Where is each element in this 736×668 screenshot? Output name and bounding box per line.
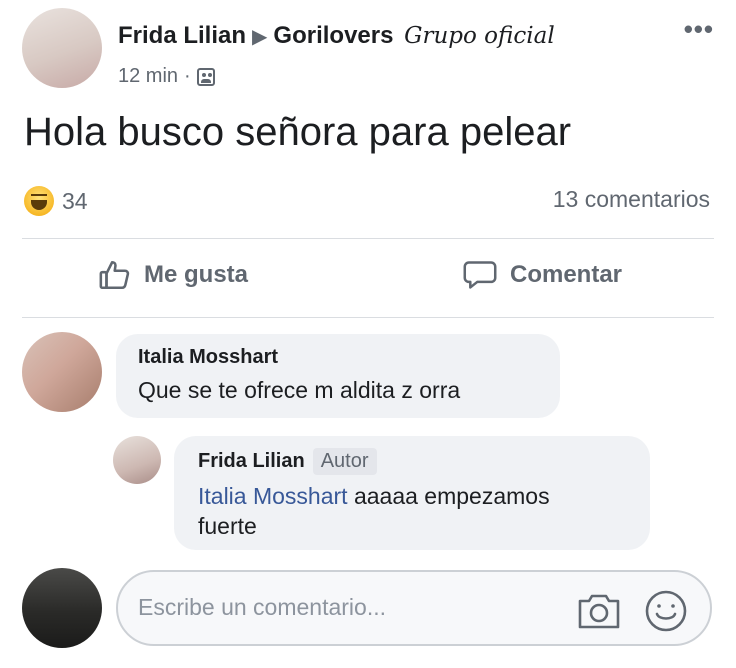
emoji-icon[interactable] <box>644 589 688 633</box>
divider <box>22 238 714 239</box>
haha-reaction-icon <box>24 186 54 216</box>
triangle-right-icon: ▶ <box>252 26 268 48</box>
reactions-summary[interactable]: 34 <box>24 186 88 216</box>
post-meta: 12 min · <box>118 65 215 88</box>
comment-bubble: Italia Mosshart Que se te ofrece m aldit… <box>116 334 560 418</box>
camera-icon[interactable] <box>576 592 622 630</box>
reactions-count: 34 <box>62 187 88 214</box>
comment-button[interactable]: Comentar <box>462 258 622 292</box>
group-tag: Grupo oficial <box>404 23 555 49</box>
like-button[interactable]: Me gusta <box>98 258 248 292</box>
reply-author-avatar[interactable] <box>113 436 161 484</box>
post-author-name[interactable]: Frida Lilian <box>118 22 246 49</box>
comment-input-placeholder: Escribe un comentario... <box>138 594 387 620</box>
author-badge: Autor <box>312 448 377 475</box>
like-label: Me gusta <box>144 261 249 288</box>
reply-bubble: Frida Lilian Autor Italia Mosshart aaaaa… <box>174 436 650 550</box>
current-user-avatar <box>22 568 102 648</box>
commenter-name[interactable]: Italia Mosshart <box>138 346 538 369</box>
reply-header: Frida Lilian Autor <box>198 448 626 475</box>
more-options-icon[interactable]: ••• <box>684 14 714 45</box>
commenter-avatar[interactable] <box>22 332 102 412</box>
comment-bubble-icon <box>463 261 497 289</box>
comment-text: Que se te ofrece m aldita z orra <box>138 377 461 403</box>
reply-text-line2: fuerte <box>198 513 257 539</box>
reply-text-line1: aaaaa empezamos <box>347 483 550 509</box>
mention-link[interactable]: Italia Mosshart <box>198 483 348 509</box>
post-header: Frida Lilian ▶ Gorilovers Grupo oficial <box>118 22 555 50</box>
post-author-avatar[interactable] <box>22 8 102 88</box>
reply-author-name[interactable]: Frida Lilian <box>198 450 305 473</box>
group-icon <box>196 67 215 86</box>
comment-label: Comentar <box>510 261 623 288</box>
meta-separator: · <box>184 65 191 87</box>
post-time[interactable]: 12 min <box>118 65 178 88</box>
comments-count[interactable]: 13 comentarios <box>553 186 710 213</box>
post-text: Hola busco señora para pelear <box>24 110 572 154</box>
divider <box>22 317 714 318</box>
comment-input[interactable]: Escribe un comentario... <box>116 570 712 646</box>
thumbs-up-icon <box>99 260 130 290</box>
group-name[interactable]: Gorilovers <box>273 22 393 49</box>
reply-text: Italia Mosshart aaaaa empezamos fuerte <box>198 481 626 541</box>
